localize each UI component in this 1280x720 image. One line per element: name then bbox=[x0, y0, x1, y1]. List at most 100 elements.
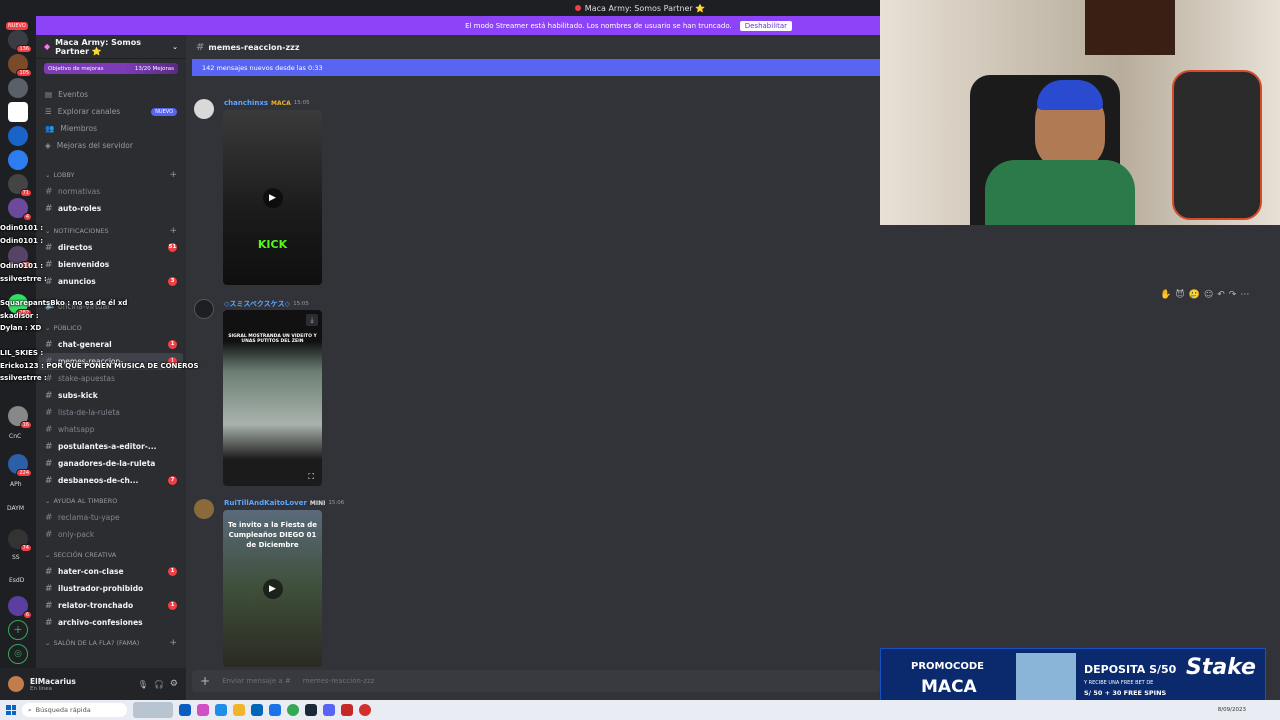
app-icon[interactable] bbox=[341, 704, 353, 716]
channel-item[interactable]: # chat-general 1 bbox=[36, 336, 186, 353]
category-creativa[interactable]: ⌄ SECCIÓN CREATIVA bbox=[36, 546, 186, 563]
channel-item[interactable]: # lista-de-la-ruleta bbox=[36, 404, 186, 421]
server-icon[interactable]: 136 bbox=[8, 30, 32, 53]
server-label[interactable]: EsdD bbox=[9, 577, 24, 584]
fullscreen-icon[interactable]: ⛶ bbox=[308, 472, 314, 482]
steam-icon[interactable] bbox=[305, 704, 317, 716]
server-icon[interactable]: 105 bbox=[8, 54, 32, 77]
nav-browse-channels[interactable]: ☰ Explorar canales NUEVO bbox=[36, 103, 186, 120]
server-icon[interactable]: 74 bbox=[8, 529, 32, 552]
hash-icon: # bbox=[45, 259, 53, 270]
channel-item[interactable]: # stake-apuestas bbox=[36, 370, 186, 387]
app-icon[interactable] bbox=[179, 704, 191, 716]
app-icon[interactable] bbox=[197, 704, 209, 716]
channel-item[interactable]: # ilustrador-prohibido bbox=[36, 580, 186, 597]
message-author[interactable]: RuiTillAndKaitoLover bbox=[224, 499, 307, 507]
widget-thumbnail[interactable] bbox=[133, 702, 173, 718]
folder-icon[interactable] bbox=[233, 704, 245, 716]
category-lobby[interactable]: ⌄ LOBBY + bbox=[36, 166, 186, 183]
message-author[interactable]: ◇スミスペクスケス◇ bbox=[224, 299, 290, 309]
category-ayuda[interactable]: ⌄ AYUDA AL TIMBERO bbox=[36, 492, 186, 509]
video-attachment[interactable]: KICK ▶ bbox=[223, 110, 322, 285]
channel-item[interactable]: # auto-roles bbox=[36, 200, 186, 217]
headphones-icon[interactable]: 🎧 bbox=[154, 680, 164, 689]
more-icon[interactable]: ⋯ bbox=[1240, 290, 1249, 300]
server-icon[interactable] bbox=[8, 102, 28, 122]
channel-item[interactable]: # only-pack bbox=[36, 526, 186, 543]
message-composer[interactable]: + Enviar mensaje a # memes-reaccion-zzz bbox=[192, 670, 880, 692]
server-label[interactable]: CnC bbox=[9, 433, 21, 440]
video-attachment[interactable]: SIGRAL MOSTRANDA UN VIDEITO Y UNAS PUTIT… bbox=[223, 310, 322, 486]
channel-item[interactable]: # subs-kick bbox=[36, 387, 186, 404]
server-icon[interactable] bbox=[8, 126, 28, 146]
play-icon[interactable]: ▶ bbox=[262, 578, 283, 599]
channel-item[interactable]: # normativas bbox=[36, 183, 186, 200]
server-icon[interactable]: 6 bbox=[8, 596, 32, 619]
app-icon[interactable] bbox=[269, 704, 281, 716]
explore-icon[interactable]: ◎ bbox=[8, 644, 28, 664]
server-icon[interactable]: 224 bbox=[8, 454, 32, 477]
server-label[interactable]: APh bbox=[10, 481, 22, 488]
category-salon[interactable]: ⌄ SALÓN DE LA FLA? (FAMA) + bbox=[36, 634, 186, 651]
channel-item[interactable]: # postulantes-a-editor-... bbox=[36, 438, 186, 455]
hash-icon: # bbox=[196, 41, 205, 53]
nav-members[interactable]: 👥 Miembros bbox=[36, 120, 186, 137]
channel-item[interactable]: # relator-tronchado 1 bbox=[36, 597, 186, 614]
channel-item[interactable]: # anuncios 3 bbox=[36, 273, 186, 290]
server-label[interactable]: DAYM bbox=[7, 505, 24, 512]
avatar[interactable] bbox=[194, 99, 214, 119]
reply-icon[interactable]: ↶ bbox=[1217, 290, 1225, 300]
windows-start-icon[interactable] bbox=[6, 705, 16, 715]
taskbar-search[interactable]: ⌕ Búsqueda rápida bbox=[22, 703, 127, 717]
server-icon[interactable]: 71 bbox=[8, 174, 32, 197]
video-attachment[interactable]: Te invito a la Fiesta de Cumpleaños DIEG… bbox=[223, 510, 322, 667]
disable-streamer-button[interactable]: Deshabilitar bbox=[739, 20, 792, 31]
nav-server-boosts[interactable]: ◈ Mejoras del servidor bbox=[36, 137, 186, 154]
channel-item[interactable]: # archivo-confesiones bbox=[36, 614, 186, 631]
add-server-icon[interactable]: + bbox=[8, 620, 28, 640]
channel-item[interactable]: # hater-con-clase 1 bbox=[36, 563, 186, 580]
category-notificaciones[interactable]: ⌄ NOTIFICACIONES + bbox=[36, 222, 186, 239]
chrome-icon[interactable] bbox=[287, 704, 299, 716]
channel-item[interactable]: # ganadores-de-la-ruleta bbox=[36, 455, 186, 472]
channel-label: reclama-tu-yape bbox=[58, 513, 120, 522]
channel-item[interactable]: # directos 51 bbox=[36, 239, 186, 256]
reaction-icon[interactable]: 🥲 bbox=[1189, 290, 1200, 300]
server-icon[interactable] bbox=[8, 78, 28, 98]
discord-icon[interactable] bbox=[323, 704, 335, 716]
new-messages-bar[interactable]: 142 mensajes nuevos desde las 0:33 bbox=[192, 59, 880, 76]
channel-item[interactable]: # whatsapp bbox=[36, 421, 186, 438]
boost-goal-bar[interactable]: Objetivo de mejoras 13/20 Mejoras bbox=[44, 63, 178, 74]
add-channel-icon[interactable]: + bbox=[169, 170, 177, 180]
gear-icon[interactable]: ⚙ bbox=[170, 679, 178, 689]
category-label: LOBBY bbox=[53, 170, 75, 179]
microphone-icon[interactable]: 🎙 bbox=[138, 680, 148, 689]
obs-icon[interactable] bbox=[359, 704, 371, 716]
channel-item[interactable]: # reclama-tu-yape bbox=[36, 509, 186, 526]
avatar[interactable] bbox=[194, 299, 214, 319]
edge-icon[interactable] bbox=[215, 704, 227, 716]
add-channel-icon[interactable]: + bbox=[169, 638, 177, 648]
add-reaction-icon[interactable]: ☺ bbox=[1204, 290, 1213, 300]
channel-item[interactable]: # bienvenidos bbox=[36, 256, 186, 273]
add-attachment-icon[interactable]: + bbox=[200, 674, 210, 688]
add-channel-icon[interactable]: + bbox=[169, 226, 177, 236]
server-icon[interactable]: 4 bbox=[8, 198, 32, 221]
chat-line: ssilvestrre : bbox=[0, 374, 47, 382]
forward-icon[interactable]: ↷ bbox=[1229, 290, 1237, 300]
server-label[interactable]: SS bbox=[12, 554, 20, 561]
message-author[interactable]: chanchinxs bbox=[224, 99, 268, 107]
download-icon[interactable]: ⤓ bbox=[306, 314, 318, 326]
avatar[interactable] bbox=[8, 676, 24, 692]
server-header[interactable]: ◆ Maca Army: Somos Partner ⭐ ⌄ bbox=[36, 35, 186, 59]
reaction-icon[interactable]: 😈 bbox=[1175, 290, 1184, 300]
server-icon[interactable] bbox=[8, 150, 28, 170]
avatar[interactable] bbox=[194, 499, 214, 519]
nav-events[interactable]: ▤ Eventos bbox=[36, 86, 186, 103]
play-icon[interactable]: ▶ bbox=[262, 187, 283, 208]
channel-item[interactable]: # desbaneos-de-ch... 7 bbox=[36, 472, 186, 489]
reaction-icon[interactable]: ✋ bbox=[1160, 290, 1171, 300]
category-publico[interactable]: ⌄ PÚBLICO bbox=[36, 319, 186, 336]
server-icon[interactable]: 16 bbox=[8, 406, 32, 429]
store-icon[interactable] bbox=[251, 704, 263, 716]
